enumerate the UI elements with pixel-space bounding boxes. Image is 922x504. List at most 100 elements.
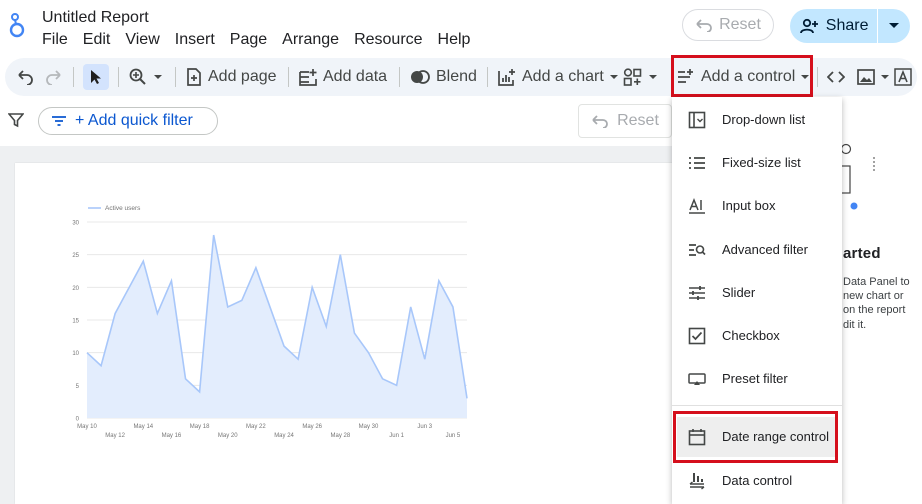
menu-page[interactable]: Page: [230, 31, 267, 51]
menu-insert[interactable]: Insert: [175, 31, 215, 51]
toolbar-divider: [487, 67, 488, 87]
y-tick-label: 20: [72, 286, 79, 292]
add-chart-icon: [498, 69, 515, 86]
reset-button[interactable]: Reset: [682, 9, 774, 41]
add-data-label: Add data: [323, 68, 388, 85]
share-button[interactable]: Share: [790, 9, 877, 43]
menu-item-preset-filter[interactable]: Preset filter: [672, 357, 842, 400]
menu-item-data-control[interactable]: Data control: [672, 459, 842, 502]
add-quick-filter-button[interactable]: + Add quick filter: [38, 107, 218, 135]
share-dropdown-button[interactable]: [877, 9, 910, 43]
menu-item-drop-down-list[interactable]: Drop-down list: [672, 98, 842, 141]
menu-item-checkbox[interactable]: Checkbox: [672, 314, 842, 357]
reset-label: Reset: [719, 16, 761, 33]
add-quick-filter-label: + Add quick filter: [75, 112, 193, 129]
menu-item-label: Checkbox: [722, 328, 780, 343]
embed-code-button[interactable]: [827, 58, 845, 96]
menu-item-advanced-filter[interactable]: Advanced filter: [672, 228, 842, 271]
menu-resource[interactable]: Resource: [354, 31, 422, 51]
add-page-label: Add page: [208, 68, 277, 85]
menu-item-label: Input box: [722, 198, 776, 213]
menu-arrange[interactable]: Arrange: [282, 31, 339, 51]
add-chart-button[interactable]: Add a chart: [498, 58, 618, 96]
dropdown-list-icon: [688, 111, 706, 128]
toolbar-divider: [817, 67, 818, 87]
filter-reset-button[interactable]: Reset: [578, 104, 672, 138]
undo-button[interactable]: [16, 58, 34, 96]
checkbox-icon: [688, 327, 706, 344]
add-page-button[interactable]: Add page: [186, 58, 277, 96]
add-data-button[interactable]: Add data: [299, 58, 387, 96]
zoom-button[interactable]: [128, 58, 162, 96]
menu-item-input-box[interactable]: Input box: [672, 184, 842, 227]
undo-arrow-icon: [592, 115, 608, 128]
select-tool: [90, 58, 102, 96]
menu-item-slider[interactable]: Slider: [672, 271, 842, 314]
toolbar-divider: [73, 67, 74, 87]
add-data-icon: [299, 69, 317, 86]
caret-down-icon: [649, 74, 657, 79]
caret-down-icon: [154, 74, 162, 79]
x-tick-label: May 18: [190, 424, 210, 430]
x-tick-label: May 12: [105, 433, 125, 439]
image-icon: [857, 69, 875, 85]
report-title[interactable]: Untitled Report: [42, 9, 149, 27]
legend-label: Active users: [105, 205, 141, 212]
get-started-text: Data Panel to: [843, 276, 910, 288]
x-tick-label: May 28: [330, 433, 350, 439]
preset-filter-icon: [688, 372, 706, 385]
menu-divider: [672, 405, 842, 406]
zoom-icon: [129, 68, 146, 85]
menu-edit[interactable]: Edit: [83, 31, 111, 51]
menu-file[interactable]: File: [42, 31, 68, 51]
slider-icon: [689, 285, 705, 300]
menu-item-label: Fixed-size list: [722, 155, 801, 170]
blend-button[interactable]: Blend: [410, 58, 477, 96]
x-tick-label: May 24: [274, 433, 294, 439]
x-tick-label: May 10: [77, 424, 97, 430]
toolbar-divider: [399, 67, 400, 87]
toolbar-divider: [118, 67, 119, 87]
menu-help[interactable]: Help: [438, 31, 471, 51]
looker-studio-logo-icon: [9, 13, 25, 38]
menu-item-label: Slider: [722, 285, 756, 300]
cursor-arrow-icon: [91, 70, 101, 84]
get-started-text: new chart or: [843, 290, 904, 302]
caret-down-icon: [609, 74, 618, 79]
community-visualizations-button[interactable]: [623, 58, 657, 96]
menu-item-label: Preset filter: [722, 371, 788, 386]
menu-item-label: Drop-down list: [722, 112, 806, 127]
caret-down-icon: [881, 74, 889, 79]
caret-down-icon: [889, 23, 900, 28]
x-tick-label: May 14: [133, 424, 153, 430]
x-tick-label: May 26: [302, 424, 322, 430]
menu-view[interactable]: View: [125, 31, 159, 51]
blend-icon: [411, 70, 430, 84]
x-tick-label: May 22: [246, 424, 266, 430]
date-range-control-highlight: [673, 411, 838, 463]
menu-item-fixed-size-list[interactable]: Fixed-size list: [672, 141, 842, 184]
menu-item-label: Advanced filter: [722, 242, 808, 257]
filter-icon[interactable]: [8, 112, 24, 128]
time-series-chart[interactable]: 0 5 10 15 20 25 30 May 10 May 12 May 14 May 16 May …: [70, 200, 480, 445]
toolbar-divider: [175, 67, 176, 87]
add-page-icon: [187, 68, 201, 86]
x-tick-label: May 20: [218, 433, 238, 439]
redo-button[interactable]: [45, 58, 63, 96]
y-tick-label: 0: [76, 417, 80, 423]
add-control-highlight: [671, 55, 813, 97]
image-button[interactable]: [857, 58, 889, 96]
y-tick-label: 10: [72, 351, 79, 357]
add-chart-label: Add a chart: [522, 68, 604, 85]
get-started-illustration-icon: [837, 143, 875, 210]
text-button[interactable]: [894, 58, 912, 96]
get-started-heading: arted: [843, 245, 881, 262]
share-button-group: Share: [790, 9, 910, 43]
get-started-text: dit it.: [843, 319, 867, 331]
x-tick-label: Jun 1: [389, 433, 404, 439]
toolbar-divider: [288, 67, 289, 87]
undo-arrow-icon: [696, 19, 712, 32]
menu-bar: File Edit View Insert Page Arrange Resou…: [42, 31, 485, 51]
filter-reset-label: Reset: [617, 112, 659, 129]
x-tick-label: May 16: [162, 433, 182, 439]
